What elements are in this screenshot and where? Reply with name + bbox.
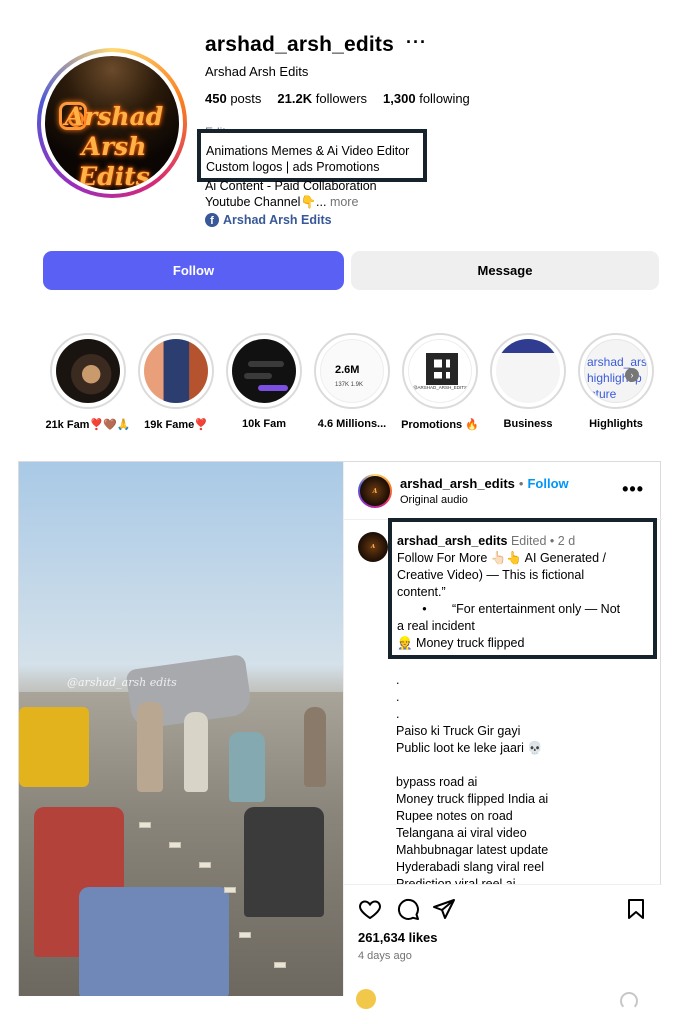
profile-avatar[interactable]: Arshad Arsh Edits	[37, 48, 187, 198]
highlight-item[interactable]: 19k Fame❣️	[138, 333, 214, 431]
caption-line: Telangana ai viral video	[396, 826, 527, 840]
caption-line: Prediction viral reel ai	[396, 877, 516, 884]
highlight-label: Business	[503, 418, 553, 430]
highlight-cover: arshad_ars highlight p icture ›	[584, 339, 648, 403]
facebook-link[interactable]: f Arshad Arsh Edits	[205, 213, 332, 227]
highlight-cover	[144, 339, 208, 403]
facebook-link-label: Arshad Arsh Edits	[223, 213, 332, 227]
highlight-label: Promotions 🔥	[401, 419, 479, 431]
like-count[interactable]: 261,634 likes	[358, 930, 438, 945]
caption-line: .	[396, 673, 400, 687]
caption-line	[396, 757, 651, 774]
profile-stats: 450 posts 21.2K followers 1,300 followin…	[205, 91, 470, 106]
post-video[interactable]: @arshad_arsh edits	[19, 462, 343, 996]
highlight-item[interactable]: 10k Fam	[226, 333, 302, 431]
caption-line: Paiso ki Truck Gir gayi	[396, 724, 521, 738]
next-post-avatar	[356, 989, 376, 1009]
stat-followers[interactable]: 21.2K followers	[277, 91, 367, 106]
highlight-item[interactable]: 2.6M 137K 1.9K 4.6 Millions...	[314, 333, 390, 431]
more-options-icon[interactable]: ···	[406, 32, 427, 53]
post-author: arshad_arsh_edits • Follow	[400, 476, 569, 491]
avatar-logo-text: Arshad Arsh Edits	[64, 102, 164, 190]
caption-line: Public loot ke leke jaari 💀	[396, 741, 543, 755]
post-author-username[interactable]: arshad_arsh_edits	[400, 476, 515, 491]
caption-author-avatar[interactable]: A	[358, 532, 388, 562]
caption-line: 👷 Money truck flipped	[397, 636, 525, 650]
caption-line: .	[396, 690, 400, 704]
save-bookmark-icon[interactable]	[624, 897, 648, 921]
caption-line: Follow For More 👆🏻👆 AI Generated /	[397, 551, 606, 565]
profile-display-name: Arshad Arsh Edits	[205, 64, 309, 79]
caption-line: .	[396, 707, 400, 721]
highlight-item[interactable]: arshad_ars highlight p icture › Highligh…	[578, 333, 654, 431]
highlight-label: 21k Fam❣️🤎🙏	[45, 419, 131, 431]
caption-line: a real incident	[397, 619, 475, 633]
caption-line: Money truck flipped India ai	[396, 792, 549, 806]
bio-line: Animations Memes & Ai Video Editor	[206, 144, 410, 158]
username-row: arshad_arsh_edits ···	[205, 32, 427, 57]
bio-rest: Ai Content - Paid Collaboration Youtube …	[205, 178, 377, 210]
like-heart-icon[interactable]	[358, 897, 382, 921]
caption-line: Rupee notes on road	[396, 809, 513, 823]
caption-line: bypass road ai	[396, 775, 478, 789]
profile-username: arshad_arsh_edits	[205, 33, 394, 56]
stat-posts: 450 posts	[205, 91, 262, 106]
facebook-icon: f	[205, 213, 219, 227]
highlight-cover	[56, 339, 120, 403]
more-link[interactable]: more	[330, 195, 358, 209]
bio-line: Ai Content - Paid Collaboration	[205, 179, 377, 193]
highlight-label: Highlights	[589, 418, 643, 430]
caption-line: content.”	[397, 585, 446, 599]
qr-code-icon	[426, 353, 458, 385]
message-button[interactable]: Message	[351, 251, 659, 290]
loading-spinner-icon	[620, 992, 638, 1010]
video-watermark: @arshad_arsh edits	[67, 676, 177, 689]
post-timestamp: 4 days ago	[358, 950, 412, 962]
post-follow-link[interactable]: Follow	[527, 476, 568, 491]
highlight-cover: 2.6M 137K 1.9K	[320, 339, 384, 403]
post-author-avatar[interactable]: A	[358, 474, 392, 508]
story-highlights: 21k Fam❣️🤎🙏 19k Fame❣️ 10k Fam 2.6M 137K…	[45, 333, 670, 431]
highlight-cover	[232, 339, 296, 403]
avatar-border: Arshad Arsh Edits	[41, 52, 183, 194]
highlight-label: 4.6 Millions...	[317, 418, 387, 430]
bio-line: Youtube Channel👇... more	[205, 195, 359, 209]
post-modal: @arshad_arsh edits A arshad_arsh_edits •…	[18, 461, 662, 996]
post-more-icon[interactable]: •••	[622, 479, 644, 500]
caption-meta: arshad_arsh_edits Edited • 2 d	[397, 534, 576, 548]
video-rickshaw	[19, 707, 89, 787]
caption-line: • “For entertainment only — Not	[422, 602, 621, 616]
caption-line: Mahbubnagar latest update	[396, 843, 549, 857]
caption-line: Hyderabadi slang viral reel	[396, 860, 544, 874]
caption-username[interactable]: arshad_arsh_edits	[397, 534, 507, 548]
stat-following[interactable]: 1,300 following	[383, 91, 470, 106]
bio-highlight-box: Animations Memes & Ai Video Editor Custo…	[197, 129, 427, 182]
post-details: A arshad_arsh_edits • Follow Original au…	[343, 462, 662, 996]
follow-button[interactable]: Follow	[43, 251, 344, 290]
highlight-item[interactable]: 21k Fam❣️🤎🙏	[45, 333, 131, 431]
original-audio-link[interactable]: Original audio	[400, 494, 468, 506]
caption-continued: . . . Paiso ki Truck Gir gayi Public loo…	[396, 672, 651, 884]
comment-icon[interactable]	[396, 897, 420, 921]
post-header: A arshad_arsh_edits • Follow Original au…	[344, 462, 662, 520]
highlight-item[interactable]: @ARSHAD_ARSH_EDITS Promotions 🔥	[401, 333, 479, 431]
highlight-label: 10k Fam	[241, 418, 287, 430]
post-actions: 261,634 likes 4 days ago	[344, 884, 662, 996]
share-icon[interactable]	[432, 897, 456, 921]
highlight-item[interactable]: Business	[490, 333, 566, 431]
highlight-cover	[496, 339, 560, 403]
highlight-cover: @ARSHAD_ARSH_EDITS	[408, 339, 472, 403]
highlight-label: 19k Fame❣️	[144, 419, 208, 431]
bio-line: Custom logos | ads Promotions	[206, 160, 380, 174]
caption-highlight-box: arshad_arsh_edits Edited • 2 d Follow Fo…	[388, 518, 657, 659]
avatar-image: Arshad Arsh Edits	[45, 56, 179, 190]
caption-line: Creative Video) — This is fictional	[397, 568, 585, 582]
chevron-right-icon[interactable]: ›	[625, 368, 639, 382]
